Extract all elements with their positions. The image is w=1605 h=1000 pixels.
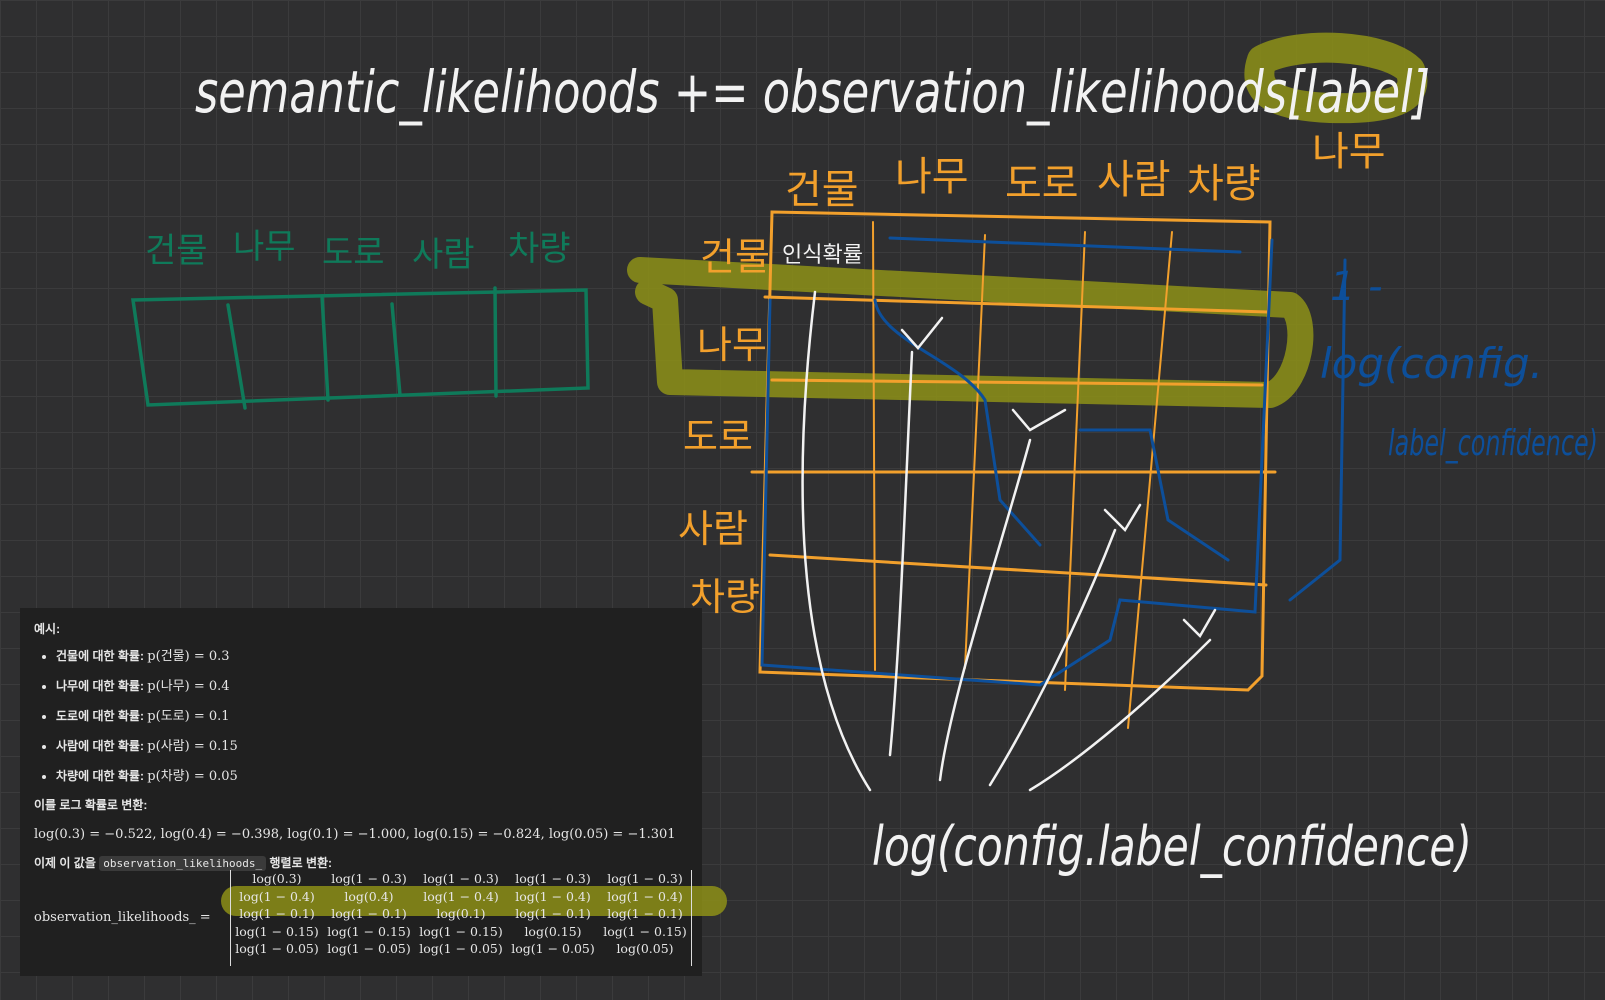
matrix-cell: log(1 − 0.1) [331,906,407,921]
row-header-0: 건물 [700,235,770,279]
left-header-1: 나무 [233,227,296,267]
matrix-cell: log(1 − 0.4) [239,888,315,904]
matrix-cell: log(1 − 0.4) [423,888,499,904]
log-values: log(0.3) = −0.522, log(0.4) = −0.398, lo… [34,827,676,842]
right-note-2: log(config. [1320,339,1543,388]
col-header-3: 사람 [1097,157,1171,203]
white-strokes [801,290,1217,792]
matrix-row: log(1 − 0.05) log(1 − 0.05) log(1 − 0.05… [231,940,691,958]
list-item: 사람에 대한 확률: p(사람) = 0.15 [56,735,688,754]
check-mark-3 [1103,503,1142,533]
list-item: 차량에 대한 확률: p(차량) = 0.05 [56,765,688,784]
col-header-2: 도로 [1005,161,1079,207]
matrix-cell: log(1 − 0.15) [603,923,687,939]
item-math: p(차량) = 0.05 [147,769,238,784]
matrix-cell: log(0.4) [344,888,394,904]
item-math: p(나무) = 0.4 [147,679,230,694]
bottom-formula: log(config.label_confidence) [872,815,1472,878]
item-label: 차량에 대한 확률: [56,769,144,783]
matrix-grid: log(0.3) log(1 − 0.3) log(1 − 0.3) log(1… [230,870,692,966]
col-header-4: 차량 [1187,161,1261,207]
matrix-cell: log(1 − 0.1) [239,906,315,921]
matrix-cell: log(0.15) [524,923,582,939]
left-table-headers: 건물 나무 도로 사람 차량 [145,227,571,275]
right-note-3: label_confidence) [1388,423,1598,464]
matrix-cell: log(1 − 0.15) [419,923,503,939]
item-math: p(도로) = 0.1 [147,709,230,724]
col-header-0: 건물 [785,167,859,213]
matrix-cell: log(1 − 0.3) [331,871,407,886]
matrix-row: log(1 − 0.4) log(0.4) log(1 − 0.4) log(1… [231,888,691,906]
grid-row-headers: 건물 나무 도로 사람 차량 [678,235,770,619]
check-mark-1 [900,316,944,350]
item-math: p(사람) = 0.15 [147,739,238,754]
left-header-3: 사람 [412,235,475,275]
matrix-cell: log(1 − 0.4) [515,888,591,904]
row-header-1: 나무 [697,323,767,367]
matrix-cell: log(1 − 0.1) [607,906,683,921]
right-note-1: 1 - [1330,264,1383,310]
left-header-2: 도로 [322,233,385,273]
item-label: 도로에 대한 확률: [56,709,144,723]
row-header-3: 사람 [678,507,748,551]
matrix-row: log(1 − 0.15) log(1 − 0.15) log(1 − 0.15… [231,923,691,941]
left-table: 건물 나무 도로 사람 차량 [130,227,590,410]
item-label: 건물에 대한 확률: [56,649,144,663]
title-formula: semantic_likelihoods += observation_like… [195,58,1430,126]
matrix-intro-after: 행렬로 변환: [269,856,333,870]
left-table-frame [130,288,590,407]
example-title: 예시: [34,622,61,636]
matrix-cell: log(0.05) [616,941,674,956]
explanation-panel: 예시: 건물에 대한 확률: p(건물) = 0.3 나무에 대한 확률: p(… [20,608,727,976]
matrix-cell: log(1 − 0.05) [419,941,503,956]
matrix-cell: log(1 − 0.05) [235,941,319,956]
list-item: 건물에 대한 확률: p(건물) = 0.3 [56,645,688,664]
matrix-row: log(1 − 0.1) log(1 − 0.1) log(0.1) log(1… [231,905,691,923]
matrix-intro-before: 이제 이 값을 [34,856,96,870]
matrix-cell: log(1 − 0.05) [511,941,595,956]
item-label: 나무에 대한 확률: [56,679,144,693]
left-header-4: 차량 [508,229,571,269]
matrix-cell: log(1 − 0.05) [327,941,411,956]
list-item: 도로에 대한 확률: p(도로) = 0.1 [56,705,688,724]
matrix-block: observation_likelihoods_ = log(0.3) log(… [34,870,694,970]
grid-cell-note: 인식확률 [782,243,863,268]
matrix-cell: log(0.1) [436,906,486,921]
matrix-row: log(0.3) log(1 − 0.3) log(1 − 0.3) log(1… [231,870,691,888]
left-header-0: 건물 [145,231,208,271]
matrix-intro: 이제 이 값을 observation_likelihoods_ 행렬로 변환: [34,854,688,871]
label-note: 나무 [1312,129,1386,175]
matrix-label: observation_likelihoods_ = [34,910,211,925]
conversion-title: 이를 로그 확률로 변환: [34,798,148,812]
matrix-cell: log(1 − 0.3) [607,871,683,886]
row-header-2: 도로 [683,415,753,459]
right-notes: 1 - log(config. label_confidence) [1320,264,1598,464]
matrix-cell: log(1 − 0.15) [327,923,411,939]
probability-list: 건물에 대한 확률: p(건물) = 0.3 나무에 대한 확률: p(나무) … [34,645,688,784]
matrix-cell: log(1 − 0.4) [607,888,683,904]
matrix-cell: log(1 − 0.3) [515,871,591,886]
matrix-cell: log(0.3) [252,871,302,886]
matrix-cell: log(1 − 0.3) [423,871,499,886]
col-header-1: 나무 [895,154,969,200]
list-item: 나무에 대한 확률: p(나무) = 0.4 [56,675,688,694]
check-mark-4 [1182,608,1217,639]
item-math: p(건물) = 0.3 [147,649,230,664]
matrix-cell: log(1 − 0.15) [235,923,319,939]
item-label: 사람에 대한 확률: [56,739,144,753]
grid-col-headers: 건물 나무 도로 사람 차량 [785,154,1261,213]
matrix-cell: log(1 − 0.1) [515,906,591,921]
check-mark-2 [1011,408,1067,432]
matrix-code: observation_likelihoods_ [99,856,267,871]
